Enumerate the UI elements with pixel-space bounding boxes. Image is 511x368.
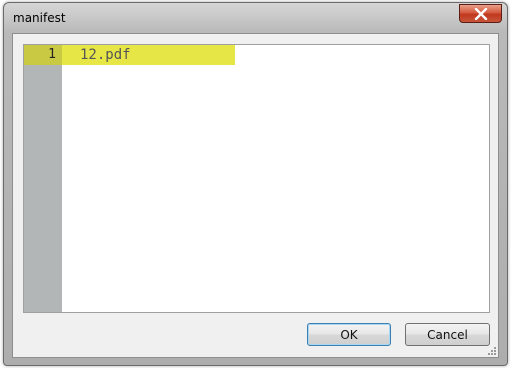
window-title: manifest — [13, 11, 66, 25]
line-number: 1 — [24, 45, 62, 65]
editor-line[interactable]: 12.pdf — [62, 45, 235, 65]
title-bar[interactable]: manifest — [4, 3, 507, 33]
manifest-dialog: manifest 1 12.pdf OK Cancel — [3, 2, 508, 366]
ok-button[interactable]: OK — [307, 323, 391, 346]
text-editor[interactable]: 1 12.pdf — [23, 44, 490, 313]
close-button[interactable] — [459, 4, 502, 23]
resize-grip-icon[interactable] — [486, 345, 496, 355]
line-number-gutter — [24, 45, 62, 312]
close-icon — [474, 7, 487, 20]
dialog-body: 1 12.pdf OK Cancel — [12, 33, 499, 358]
cancel-button[interactable]: Cancel — [405, 323, 490, 346]
